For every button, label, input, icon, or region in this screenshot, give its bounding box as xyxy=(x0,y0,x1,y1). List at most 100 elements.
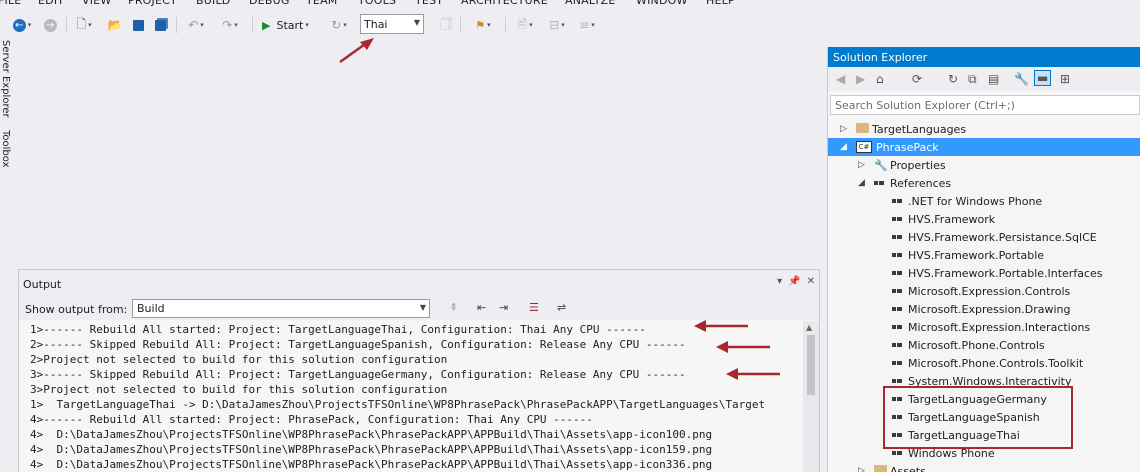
tree-item-label: Microsoft.Expression.Interactions xyxy=(908,320,1091,334)
refresh-button[interactable]: ↻ ▾ xyxy=(326,16,352,34)
back-button[interactable]: ← ▾ xyxy=(10,16,34,34)
output-scrollbar[interactable]: ▲ xyxy=(803,321,819,472)
output-line: 3>------ Skipped Rebuild All: Project: T… xyxy=(30,368,686,381)
menu-team[interactable]: TEAM xyxy=(306,0,338,7)
open-file-button[interactable]: 📂 xyxy=(106,16,124,34)
sync-icon[interactable]: ⟳ xyxy=(912,72,922,86)
toolbox-tab[interactable]: Toolbox xyxy=(0,130,11,168)
solution-explorer-toolbar: ◀ ▶ ⌂ ⟳ ↻ ⧉ ▤ 🔧 ▬ ⊞ xyxy=(828,67,1140,91)
new-project-button[interactable]: 🗋 ▾ xyxy=(72,16,96,34)
output-title: Output xyxy=(23,277,62,291)
comment-icon: 🗎 xyxy=(517,16,528,31)
bookmark-button[interactable]: ⊟ ▾ xyxy=(544,16,570,34)
output-line: 4> D:\DataJamesZhou\ProjectsTFSOnline\WP… xyxy=(30,428,713,441)
menu-window[interactable]: WINDOW xyxy=(636,0,688,7)
menu-analyze[interactable]: ANALYZE xyxy=(565,0,616,7)
menu-tools[interactable]: TOOLS xyxy=(358,0,396,7)
home-icon[interactable]: ⌂ xyxy=(876,72,884,86)
expanded-arrow-icon[interactable]: ◢ xyxy=(858,178,865,188)
save-all-icon xyxy=(154,19,166,31)
folder-icon xyxy=(856,122,869,136)
menu-debug[interactable]: DEBUG xyxy=(249,0,290,7)
menu-help[interactable]: HELP xyxy=(706,0,735,7)
tree-item[interactable]: Microsoft.Expression.Controls xyxy=(828,282,1140,300)
start-label: Start xyxy=(276,18,304,32)
tree-item-label: HVS.Framework xyxy=(908,212,996,226)
tree-item-label: HVS.Framework.Portable xyxy=(908,248,1045,262)
pin-icon[interactable]: 📌 xyxy=(788,276,800,287)
solution-search-input[interactable]: Search Solution Explorer (Ctrl+;) xyxy=(830,95,1140,115)
menu-architecture[interactable]: ARCHITECTURE xyxy=(461,0,548,7)
comment-button[interactable]: 🗎 ▾ xyxy=(512,16,538,34)
forward-icon[interactable]: ▶ xyxy=(856,72,865,86)
annotation-highlight-box xyxy=(883,386,1073,449)
tree-item[interactable]: Microsoft.Phone.Controls.Toolkit xyxy=(828,354,1140,372)
collapsed-arrow-icon[interactable]: ▷ xyxy=(840,124,847,134)
tree-item[interactable]: HVS.Framework.Portable xyxy=(828,246,1140,264)
show-output-from-label: Show output from: xyxy=(25,302,128,316)
tree-item-label: Microsoft.Expression.Drawing xyxy=(908,302,1071,316)
forward-button[interactable]: → xyxy=(42,16,58,34)
close-icon[interactable]: ✕ xyxy=(807,276,815,287)
scroll-thumb[interactable] xyxy=(807,335,815,395)
word-wrap-icon[interactable]: ⇌ xyxy=(557,301,566,314)
wrench-icon: 🔧 xyxy=(874,158,888,172)
solution-configuration-dropdown[interactable]: Thai ▼ xyxy=(360,14,424,34)
collapse-all-icon[interactable]: ⧉ xyxy=(968,72,977,87)
tree-item-label: .NET for Windows Phone xyxy=(908,194,1043,208)
refresh-icon[interactable]: ↻ xyxy=(948,72,958,86)
show-all-files-icon[interactable]: ▤ xyxy=(988,72,999,86)
forward-arrow-icon: → xyxy=(43,18,57,32)
expanded-arrow-icon[interactable]: ◢ xyxy=(840,142,847,152)
menu-build[interactable]: BUILD xyxy=(196,0,230,7)
tree-item[interactable]: ▷ 🔧 Properties xyxy=(828,156,1140,174)
tree-item-label: HVS.Framework.Persistance.SqlCE xyxy=(908,230,1097,244)
next-message-icon[interactable]: ⇥ xyxy=(499,301,508,314)
indent-icon: ≡ xyxy=(579,18,590,32)
tree-item[interactable]: ▷ TargetLanguages xyxy=(828,120,1140,138)
output-source-dropdown[interactable]: Build ▼ xyxy=(132,299,430,318)
save-all-button[interactable] xyxy=(152,16,168,34)
tree-item[interactable]: HVS.Framework.Persistance.SqlCE xyxy=(828,228,1140,246)
find-message-icon[interactable]: ⇞ xyxy=(449,301,458,314)
output-text[interactable]: 1>------ Rebuild All started: Project: T… xyxy=(20,321,802,472)
new-project-icon: 🗋 xyxy=(76,16,87,31)
reference-icon xyxy=(892,304,902,315)
tree-item[interactable]: Microsoft.Expression.Drawing xyxy=(828,300,1140,318)
tree-item[interactable]: ▷ Assets xyxy=(828,462,1140,472)
collapsed-arrow-icon[interactable]: ▷ xyxy=(858,160,865,170)
menu-file[interactable]: FILE xyxy=(0,0,21,7)
folder-icon xyxy=(874,464,887,472)
tree-item[interactable]: Microsoft.Expression.Interactions xyxy=(828,318,1140,336)
window-position-icon[interactable]: ▾ xyxy=(777,276,782,287)
menu-view[interactable]: VIEW xyxy=(82,0,111,7)
tree-item[interactable]: ◢ References xyxy=(828,174,1140,192)
output-source-value: Build xyxy=(137,302,165,315)
start-debugging-button[interactable]: ▶ Start ▾ xyxy=(262,16,322,34)
menu-edit[interactable]: EDIT xyxy=(38,0,64,7)
class-diagram-icon[interactable]: ⊞ xyxy=(1060,72,1070,86)
undo-button[interactable]: ↶ ▾ xyxy=(182,16,210,34)
menu-project[interactable]: PROJECT xyxy=(128,0,177,7)
redo-button[interactable]: ↷ ▾ xyxy=(216,16,244,34)
back-icon[interactable]: ◀ xyxy=(836,72,845,86)
attach-button[interactable]: ⚑ ▾ xyxy=(468,16,498,34)
tree-item[interactable]: HVS.Framework.Portable.Interfaces xyxy=(828,264,1140,282)
tree-item[interactable]: .NET for Windows Phone xyxy=(828,192,1140,210)
tree-item[interactable]: HVS.Framework xyxy=(828,210,1140,228)
output-toolbar: Show output from: Build ▼ ⇞ ⇤ ⇥ ☰ ⇌ xyxy=(19,298,819,320)
menu-test[interactable]: TEST xyxy=(415,0,443,7)
tree-item-label: Assets xyxy=(890,464,926,472)
find-in-files-button[interactable]: 🗍 xyxy=(438,16,454,34)
tree-item[interactable]: Microsoft.Phone.Controls xyxy=(828,336,1140,354)
save-button[interactable] xyxy=(130,16,146,34)
clear-all-icon[interactable]: ☰ xyxy=(529,301,539,314)
properties-icon[interactable]: 🔧 xyxy=(1014,72,1029,86)
indent-button[interactable]: ≡ ▾ xyxy=(574,16,600,34)
previous-message-icon[interactable]: ⇤ xyxy=(477,301,486,314)
scroll-up-icon[interactable]: ▲ xyxy=(806,323,812,332)
server-explorer-tab[interactable]: Server Explorer xyxy=(0,40,11,118)
tree-item[interactable]: ◢ C# PhrasePack xyxy=(828,138,1140,156)
preview-icon[interactable]: ▬ xyxy=(1034,70,1052,86)
collapsed-arrow-icon[interactable]: ▷ xyxy=(858,466,865,472)
